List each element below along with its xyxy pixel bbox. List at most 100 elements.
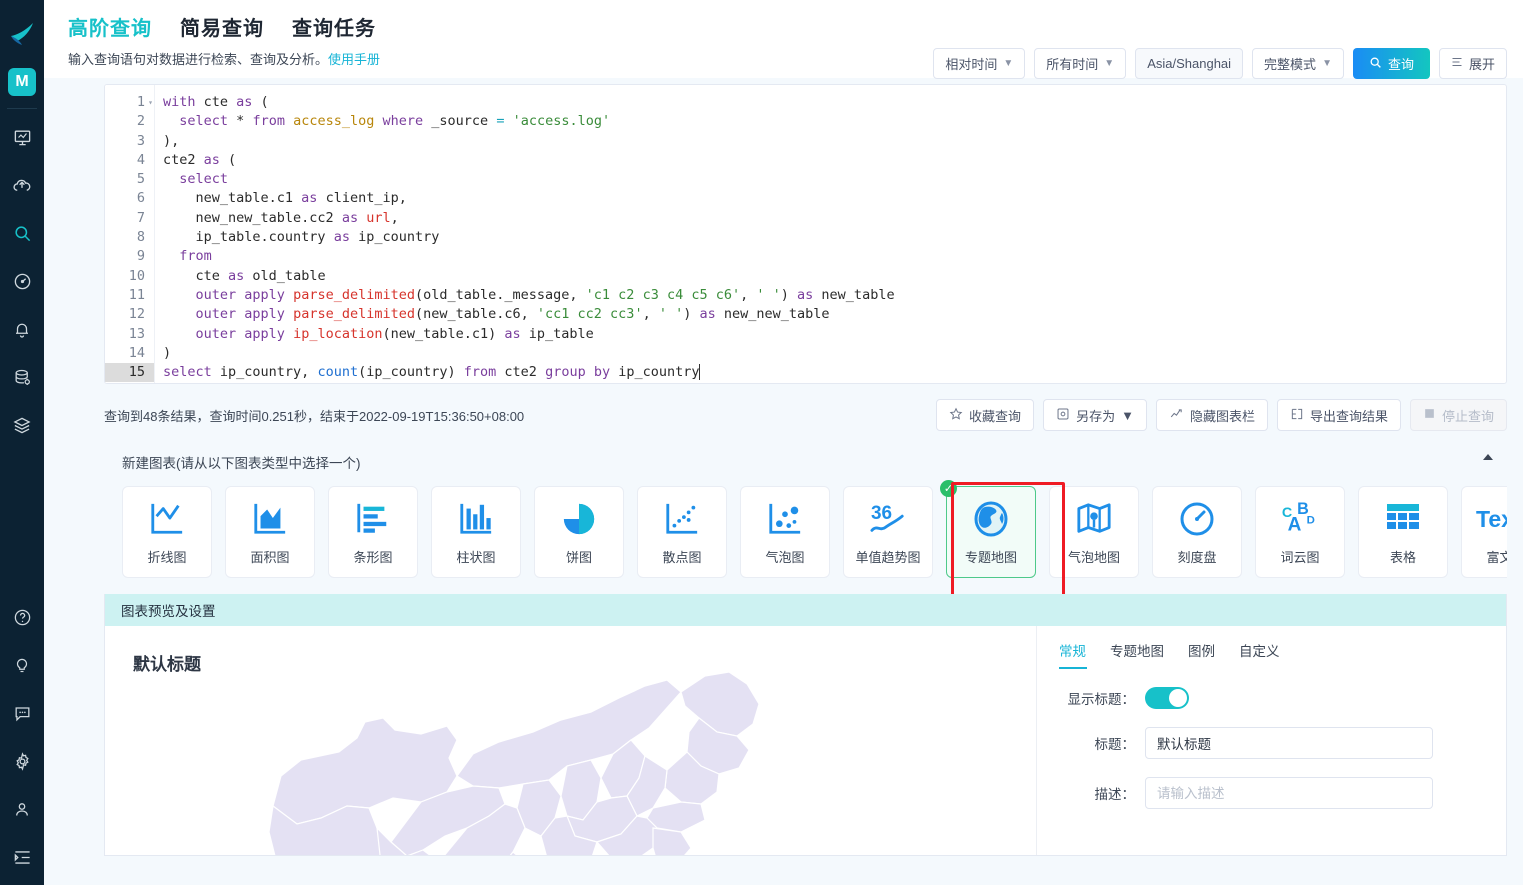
sidebar-item-layers[interactable] xyxy=(0,401,44,449)
editor-line-numbers: 1 ▾ 2 3 4 5 6 7 8 9 10 11 12 13 14 15 xyxy=(105,85,155,383)
bird-logo[interactable] xyxy=(0,12,44,56)
result-bar: 查询到48条结果，查询时间0.251秒，结束于2022-09-19T15:36:… xyxy=(104,398,1507,432)
svg-text:A: A xyxy=(1288,514,1302,535)
settings-tab-general[interactable]: 常规 xyxy=(1059,640,1087,669)
fold-caret-icon[interactable]: ▾ xyxy=(148,93,153,112)
save-as-label: 另存为 xyxy=(1076,408,1116,424)
chart-type-line[interactable]: 折线图 xyxy=(122,486,212,578)
globe-map-icon xyxy=(971,499,1011,539)
sidebar-item-dashboard[interactable] xyxy=(0,113,44,161)
chart-type-single-value-trend[interactable]: 36 单值趋势图 xyxy=(843,486,933,578)
stop-query-label: 停止查询 xyxy=(1441,408,1494,424)
sidebar-item-chat[interactable] xyxy=(0,689,44,737)
sql-editor[interactable]: 1 ▾ 2 3 4 5 6 7 8 9 10 11 12 13 14 15 wit… xyxy=(104,84,1507,384)
result-summary: 查询到48条结果，查询时间0.251秒，结束于2022-09-19T15:36:… xyxy=(104,408,525,424)
chart-type-label: 气泡图 xyxy=(765,549,805,565)
single-value-trend-icon: 36 xyxy=(867,499,909,539)
stop-icon xyxy=(1423,407,1436,423)
favorite-query-button[interactable]: 收藏查询 xyxy=(936,399,1035,431)
run-query-button[interactable]: 查询 xyxy=(1352,48,1430,79)
settings-tab-legend[interactable]: 图例 xyxy=(1188,640,1215,669)
line-number: 1 ▾ xyxy=(105,93,154,112)
sidebar-item-lightbulb[interactable] xyxy=(0,641,44,689)
chart-type-bar-horizontal[interactable]: 条形图 xyxy=(328,486,418,578)
bubble-map-icon xyxy=(1075,499,1113,539)
chart-type-bubble[interactable]: 气泡图 xyxy=(740,486,830,578)
chart-type-scatter[interactable]: 散点图 xyxy=(637,486,727,578)
chart-preview-canvas[interactable]: 默认标题 xyxy=(105,626,1036,855)
line-number: 8 xyxy=(136,229,145,246)
show-title-toggle[interactable] xyxy=(1145,687,1189,709)
chevron-down-icon: ▼ xyxy=(1121,407,1134,423)
line-number: 2 xyxy=(136,113,145,130)
chart-type-label: 条形图 xyxy=(353,549,393,565)
sidebar-item-cloud-upload[interactable] xyxy=(0,161,44,209)
export-results-button[interactable]: 导出查询结果 xyxy=(1276,399,1401,431)
chart-type-label: 专题地图 xyxy=(964,549,1017,565)
chart-type-heading: 新建图表(请从以下图表类型中选择一个) xyxy=(104,444,1507,476)
line-number: 5 xyxy=(136,171,145,188)
chart-type-area[interactable]: 面积图 xyxy=(225,486,315,578)
svg-text:Text: Text xyxy=(1476,506,1507,532)
preview-body: 默认标题 常规 专题地图 图例 自定义 显示标题： 标题： 默认标题 描述： 请… xyxy=(105,626,1506,855)
chart-type-label: 柱状图 xyxy=(456,549,496,565)
tab-query-tasks[interactable]: 查询任务 xyxy=(292,12,376,41)
chart-type-gauge-dial[interactable]: 刻度盘 xyxy=(1152,486,1242,578)
expand-editor-button[interactable]: 展开 xyxy=(1438,48,1507,79)
sidebar-item-help[interactable] xyxy=(0,593,44,641)
line-number-active: 15 xyxy=(105,363,154,383)
all-time-dropdown[interactable]: 所有时间 ▼ xyxy=(1034,48,1127,79)
stop-query-button: 停止查询 xyxy=(1409,399,1507,431)
sidebar-item-search[interactable] xyxy=(0,209,44,257)
area-chart-icon xyxy=(251,499,289,539)
chart-type-word-cloud[interactable]: C B A D 词云图 xyxy=(1255,486,1345,578)
result-actions: 收藏查询 另存为 ▼ 隐藏图表栏 导出查询结果 停止查询 xyxy=(936,399,1507,431)
export-results-label: 导出查询结果 xyxy=(1309,408,1388,424)
title-label: 标题： xyxy=(1094,737,1136,752)
relative-time-dropdown[interactable]: 相对时间 ▼ xyxy=(933,48,1026,79)
run-query-label: 查询 xyxy=(1387,57,1414,72)
chart-type-bubble-map[interactable]: 气泡地图 xyxy=(1049,486,1139,578)
page-tabs: 高阶查询 简易查询 查询任务 xyxy=(68,12,1523,41)
line-number: 9 xyxy=(136,248,145,265)
sidebar-item-user[interactable] xyxy=(0,785,44,833)
tab-advanced-query[interactable]: 高阶查询 xyxy=(68,12,152,41)
save-icon xyxy=(1056,407,1070,424)
sidebar-item-settings[interactable] xyxy=(0,737,44,785)
line-number: 6 xyxy=(136,190,145,207)
sidebar-item-collapse-menu[interactable] xyxy=(0,833,44,881)
settings-tab-custom[interactable]: 自定义 xyxy=(1239,640,1280,669)
chart-type-label: 刻度盘 xyxy=(1177,549,1217,565)
china-map[interactable] xyxy=(105,656,1036,855)
save-as-button[interactable]: 另存为 ▼ xyxy=(1043,399,1147,431)
sql-code[interactable]: with cte as ( select * from access_log w… xyxy=(155,85,1506,383)
hide-chart-bar-button[interactable]: 隐藏图表栏 xyxy=(1155,399,1268,431)
sidebar-item-database-config[interactable] xyxy=(0,353,44,401)
timezone-button[interactable]: Asia/Shanghai xyxy=(1135,48,1244,79)
chart-type-thematic-map[interactable]: ✓ 专题地图 xyxy=(940,480,1036,578)
avatar[interactable]: M xyxy=(8,68,36,96)
description-input[interactable] xyxy=(1145,777,1433,809)
sidebar-item-bell[interactable] xyxy=(0,305,44,353)
line-number: 14 xyxy=(128,344,145,361)
chart-type-label: 散点图 xyxy=(662,549,702,565)
chart-type-table[interactable]: 表格 xyxy=(1358,486,1448,578)
line-chart-icon xyxy=(148,499,186,539)
bubble-chart-icon xyxy=(766,499,804,539)
user-manual-link[interactable]: 使用手册 xyxy=(328,52,380,67)
chart-type-pie[interactable]: 饼图 xyxy=(534,486,624,578)
mode-dropdown[interactable]: 完整模式 ▼ xyxy=(1252,48,1344,79)
chart-preview-section: 图表预览及设置 默认标题 常规 专题地图 图例 自定义 显示标题： 标题： 默认… xyxy=(104,594,1507,856)
title-input[interactable] xyxy=(1145,727,1433,759)
relative-time-label: 相对时间 xyxy=(945,57,998,72)
chart-type-list: 折线图 面积图 条形图 柱状图 饼图 散点图 气泡图 36 单值趋势图 ✓ 专题… xyxy=(104,476,1507,588)
chart-settings-panel: 常规 专题地图 图例 自定义 显示标题： 标题： 描述： xyxy=(1036,626,1506,855)
sidebar-item-gauge[interactable] xyxy=(0,257,44,305)
chart-type-bar-vertical[interactable]: 柱状图 xyxy=(431,486,521,578)
tab-simple-query[interactable]: 简易查询 xyxy=(180,12,264,41)
chart-type-rich-text[interactable]: Text 富文本 xyxy=(1461,486,1507,578)
pie-chart-icon xyxy=(561,499,597,539)
chevron-down-icon: ▼ xyxy=(1322,58,1332,69)
collapse-caret-icon[interactable] xyxy=(1483,454,1493,460)
settings-tab-thematic-map[interactable]: 专题地图 xyxy=(1110,640,1164,669)
